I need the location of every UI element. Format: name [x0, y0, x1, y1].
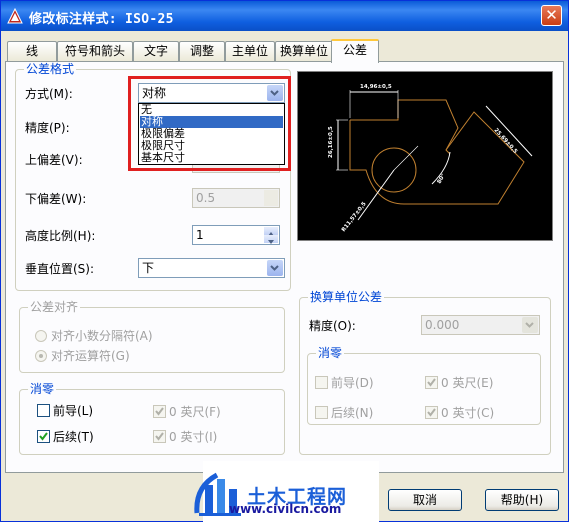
dim-left-text: 26,16±0,5: [328, 126, 334, 158]
leading-checkbox[interactable]: [37, 404, 50, 417]
group-title: 公差格式: [24, 62, 77, 76]
align-decimal-radio[interactable]: [35, 330, 47, 342]
lower-value: 0.5: [196, 191, 216, 205]
preview-pane: 14,96±0,5 26,16±0,5 25,69±0,5 R11,57±0,5…: [297, 71, 553, 241]
height-scale-spinner[interactable]: 1: [192, 225, 280, 245]
alt-leading-checkbox[interactable]: [315, 376, 328, 389]
zero-suppression-group: 消零: [19, 382, 285, 455]
spin-up-icon[interactable]: [264, 227, 278, 236]
trailing-checkbox[interactable]: [37, 430, 50, 443]
alt-precision-select[interactable]: 0.000: [421, 315, 540, 335]
title-bar[interactable]: 修改标注样式: ISO-25 ✕: [1, 1, 568, 31]
precision-label: 精度(P):: [25, 121, 70, 135]
tab-alternate-units[interactable]: 换算单位: [275, 41, 333, 61]
help-button[interactable]: 帮助(H): [485, 489, 559, 511]
window-title: 修改标注样式: ISO-25: [29, 12, 174, 27]
alt-precision-label: 精度(O):: [309, 319, 356, 333]
tab-lines[interactable]: 线: [7, 41, 57, 61]
alt-leading-label: 前导(D): [331, 376, 374, 390]
alt-zero-feet-checkbox[interactable]: [425, 376, 438, 389]
dialog-window: 修改标注样式: ISO-25 ✕ 线 符号和箭头 文字 调整 主单位 换算单位 …: [0, 0, 569, 523]
zero-inches-checkbox[interactable]: [153, 430, 166, 443]
chevron-down-icon[interactable]: [522, 317, 538, 333]
group-title: 消零: [28, 382, 57, 396]
align-operator-label: 对齐运算符(G): [51, 349, 130, 363]
alt-precision-value: 0.000: [425, 318, 460, 332]
group-title: 换算单位公差: [308, 290, 385, 304]
highlight-box: [128, 76, 291, 171]
tab-tolerances[interactable]: 公差: [331, 39, 379, 63]
alt-trailing-checkbox[interactable]: [315, 406, 328, 419]
zero-feet-checkbox[interactable]: [153, 405, 166, 418]
close-button[interactable]: ✕: [541, 5, 562, 26]
group-title: 公差对齐: [28, 300, 81, 314]
cancel-button[interactable]: 取消: [388, 489, 462, 511]
autocad-icon: [7, 8, 23, 24]
alt-zero-inches-label: 0 英寸(C): [441, 406, 495, 420]
tab-symbols-arrows[interactable]: 符号和箭头: [57, 41, 133, 61]
leading-label: 前导(L): [53, 404, 94, 418]
align-decimal-label: 对齐小数分隔符(A): [51, 329, 153, 343]
vertical-position-label: 垂直位置(S):: [25, 262, 95, 276]
dim-angle-text: 80°: [437, 173, 448, 185]
lower-value-spinner[interactable]: 0.5: [192, 188, 280, 208]
tab-primary-units[interactable]: 主单位: [225, 41, 275, 61]
alt-zero-feet-label: 0 英尺(E): [441, 376, 494, 390]
height-scale-value: 1: [196, 228, 204, 242]
alt-trailing-label: 后续(N): [331, 406, 374, 420]
tab-fit[interactable]: 调整: [179, 41, 225, 61]
lower-value-label: 下偏差(W):: [25, 192, 87, 206]
spin-down-icon[interactable]: [264, 235, 278, 244]
vertical-position-value: 下: [142, 261, 155, 275]
dim-right-text: 25,69±0,5: [493, 127, 519, 155]
spin-down-icon[interactable]: [264, 198, 278, 206]
chevron-down-icon[interactable]: [267, 260, 283, 276]
align-operator-radio[interactable]: [35, 350, 47, 362]
upper-value-label: 上偏差(V):: [25, 153, 83, 167]
zero-feet-label: 0 英尺(F): [169, 405, 221, 419]
watermark-url: www.civilcn.com: [229, 502, 342, 516]
tab-text[interactable]: 文字: [133, 41, 179, 61]
dimension-preview-drawing: 14,96±0,5 26,16±0,5 25,69±0,5 R11,57±0,5…: [328, 84, 533, 233]
zero-inches-label: 0 英寸(I): [169, 430, 218, 444]
spin-up-icon[interactable]: [264, 190, 278, 198]
method-label: 方式(M):: [25, 87, 73, 101]
height-scale-label: 高度比例(H):: [25, 229, 96, 243]
dim-radius-text: R11,57±0,5: [341, 201, 368, 233]
trailing-label: 后续(T): [53, 430, 94, 444]
vertical-position-select[interactable]: 下: [138, 258, 285, 278]
alt-zero-inches-checkbox[interactable]: [425, 406, 438, 419]
group-title: 消零: [316, 346, 345, 360]
dim-top-text: 14,96±0,5: [360, 84, 392, 90]
